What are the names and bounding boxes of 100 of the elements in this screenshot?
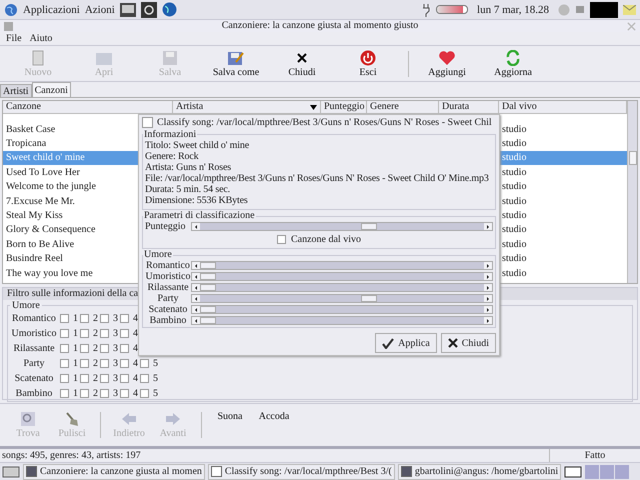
checkbox[interactable]	[100, 344, 109, 353]
slider[interactable]	[191, 316, 493, 325]
tab[interactable]: Canzoni	[32, 82, 71, 97]
toolbar-button[interactable]: Salva come	[206, 48, 266, 80]
checkbox[interactable]	[80, 359, 89, 368]
checkbox[interactable]	[80, 314, 89, 323]
refresh-icon	[504, 50, 522, 66]
slider-label: Bambino	[148, 315, 188, 326]
terminal-icon[interactable]	[120, 2, 136, 18]
left-arrow-icon	[121, 411, 137, 427]
tab[interactable]: Artisti	[0, 84, 32, 97]
scrollbar[interactable]	[627, 101, 637, 283]
checkbox[interactable]	[120, 344, 129, 353]
filter-label: Rilassante	[12, 343, 56, 354]
slider[interactable]	[191, 294, 493, 303]
checkbox[interactable]	[60, 344, 69, 353]
toolbar-button[interactable]: Aggiorna	[483, 48, 543, 80]
checkbox-label: 4	[132, 373, 139, 384]
checkbox[interactable]	[140, 359, 149, 368]
checkbox[interactable]	[120, 374, 129, 383]
slider[interactable]	[191, 261, 493, 270]
checkbox[interactable]	[60, 389, 69, 398]
checkbox[interactable]	[60, 359, 69, 368]
toolbar-button[interactable]: Accoda	[254, 409, 294, 441]
broom-icon	[64, 411, 80, 427]
checkbox[interactable]	[120, 329, 129, 338]
checkbox-label: 1	[72, 373, 79, 384]
checkbox-label: 3	[112, 373, 119, 384]
checkbox[interactable]	[100, 329, 109, 338]
checkbox[interactable]	[120, 359, 129, 368]
slider[interactable]	[191, 305, 493, 314]
slider[interactable]	[191, 272, 493, 281]
menu-item[interactable]: Aiuto	[30, 33, 52, 44]
desktop-icon[interactable]	[2, 464, 20, 478]
slider-label: Party	[156, 293, 180, 304]
group-title: Umore	[143, 250, 173, 260]
checkbox[interactable]	[80, 389, 89, 398]
dialog-button[interactable]: Applica	[375, 333, 437, 353]
clock[interactable]: lun 7 mar, 18.28	[477, 4, 549, 16]
checkbox[interactable]	[80, 374, 89, 383]
slider-label: Punteggio	[145, 221, 187, 232]
menu-item[interactable]: File	[6, 33, 22, 44]
toolbar-button[interactable]: Chiudi	[272, 48, 332, 80]
close-icon[interactable]	[627, 22, 636, 30]
column-header[interactable]: Durata	[442, 101, 470, 113]
checkbox[interactable]	[142, 117, 153, 128]
table-cell-text: Sweet child o' mine	[5, 152, 86, 164]
checkbox[interactable]	[80, 329, 89, 338]
status-state: Fatto	[584, 449, 606, 462]
task-button[interactable]: gbartolini@angus: /home/gbartolini	[398, 464, 562, 480]
filter-label: Scatenato	[14, 373, 54, 384]
column-header[interactable]: Artista	[176, 101, 204, 113]
checkbox[interactable]	[140, 374, 149, 383]
dropdown-icon[interactable]	[310, 104, 317, 110]
checkbox[interactable]	[120, 314, 129, 323]
battery-meter	[436, 5, 468, 14]
checkbox-label: 2	[92, 388, 99, 399]
checkbox[interactable]	[60, 374, 69, 383]
window-icon[interactable]	[564, 464, 582, 478]
check-icon	[382, 338, 394, 348]
checkbox-label: 3	[112, 328, 119, 339]
checkbox[interactable]	[60, 314, 69, 323]
checkbox[interactable]	[60, 329, 69, 338]
checkbox[interactable]	[80, 344, 89, 353]
envelope-icon[interactable]	[623, 4, 636, 14]
panel-menu[interactable]: Azioni	[84, 4, 115, 16]
panel-menu[interactable]: Applicazioni	[23, 4, 80, 16]
column-header[interactable]: Punteggio	[324, 101, 365, 113]
workspace-icon[interactable]	[590, 2, 618, 18]
info-line: Genere: Rock	[145, 150, 198, 162]
column-header[interactable]: Dal vivo	[502, 101, 537, 113]
checkbox-label: 2	[92, 328, 99, 339]
checkbox-label: 4	[132, 313, 139, 324]
checkbox[interactable]	[100, 359, 109, 368]
globe-icon[interactable]	[4, 2, 18, 16]
group-title: Informazioni	[143, 130, 198, 140]
checkbox[interactable]	[100, 374, 109, 383]
toolbar-button[interactable]: Aggiungi	[417, 48, 477, 80]
checkbox-label: 2	[92, 373, 99, 384]
checkbox[interactable]	[277, 235, 286, 244]
checkbox[interactable]	[120, 389, 129, 398]
app-icon[interactable]	[4, 22, 13, 30]
launcher-icon[interactable]	[140, 2, 157, 18]
window-icon	[400, 466, 412, 477]
slider[interactable]	[191, 222, 493, 231]
checkbox[interactable]	[100, 389, 109, 398]
group-title: Umore	[11, 300, 41, 311]
checkbox-label: 5	[152, 358, 159, 369]
checkbox[interactable]	[140, 389, 149, 398]
checkbox[interactable]	[100, 314, 109, 323]
task-button[interactable]: Classify song: /var/local/mpthree/Best 3/(	[208, 464, 395, 480]
slider[interactable]	[191, 283, 493, 292]
task-button[interactable]: Canzoniere: la canzone giusta al momen	[23, 464, 205, 480]
column-header[interactable]: Canzone	[6, 101, 41, 113]
toolbar-button[interactable]: Suona	[210, 409, 250, 441]
globe-icon[interactable]	[162, 2, 177, 17]
column-header[interactable]: Genere	[370, 101, 399, 113]
toolbar-button[interactable]: Esci	[338, 48, 398, 80]
workspace-switcher[interactable]	[585, 464, 630, 478]
dialog-button[interactable]: Chiudi	[440, 333, 496, 353]
